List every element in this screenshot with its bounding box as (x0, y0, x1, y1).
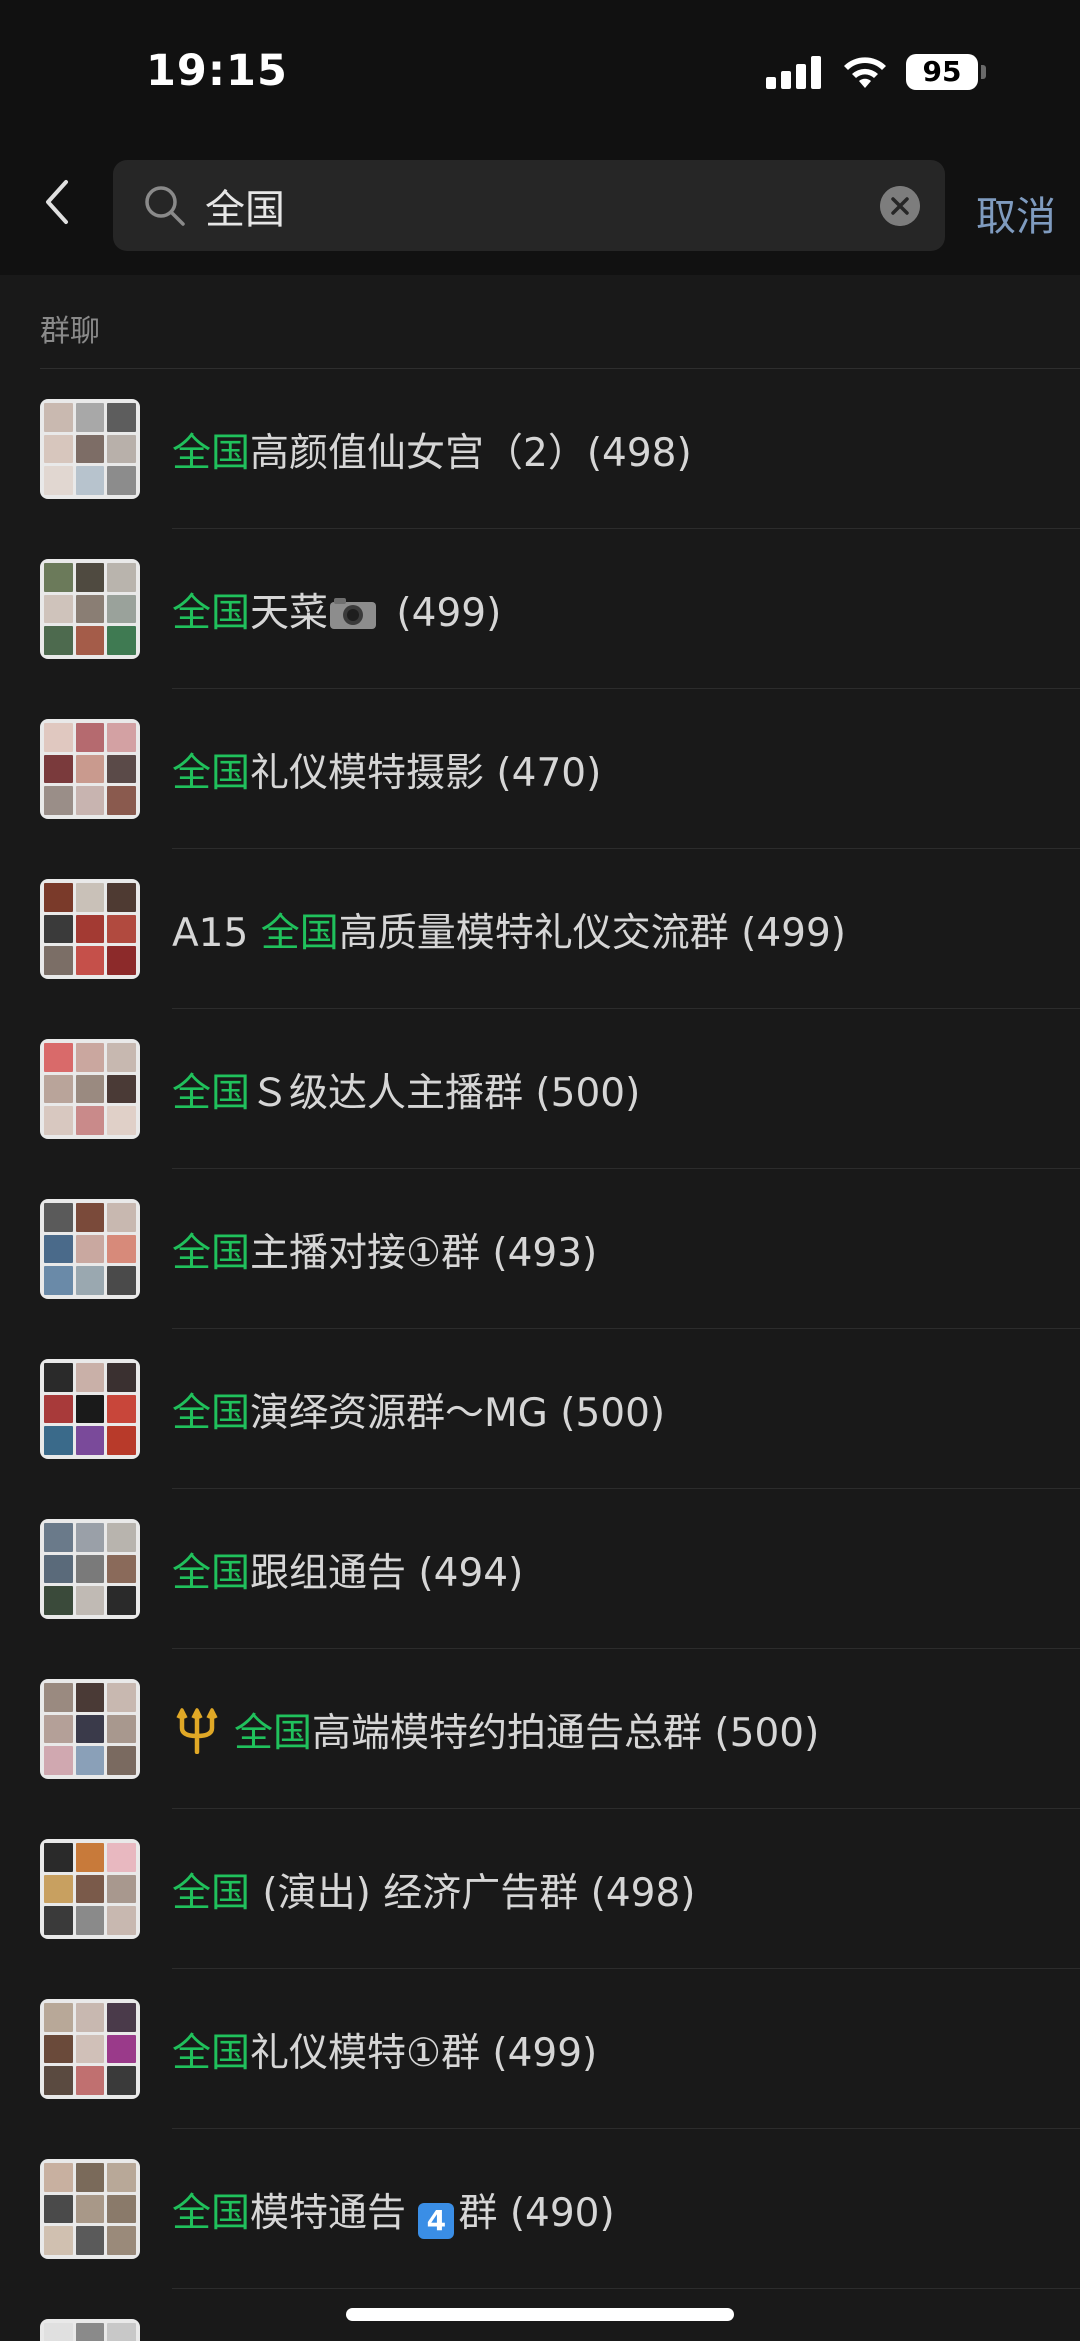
search-highlight: 全国 (172, 1071, 251, 1116)
list-item[interactable]: 全国模特通告 4群 (490) (0, 2129, 1080, 2289)
group-avatar (40, 879, 140, 979)
keycap-four-icon: 4 (418, 2203, 455, 2239)
group-title: 全国礼仪模特①群 (499) (172, 2031, 598, 2076)
group-title: 全国高颜值仙女宫（2）(498) (172, 431, 692, 476)
group-avatar (40, 2159, 140, 2259)
search-input[interactable] (205, 176, 845, 236)
list-item[interactable]: 全国天菜 (499) (0, 529, 1080, 689)
search-highlight: 全国 (234, 1711, 313, 1756)
group-avatar (40, 1039, 140, 1139)
group-avatar (40, 1359, 140, 1459)
group-title: 全国礼仪模特摄影 (470) (172, 751, 602, 796)
group-avatar (40, 1839, 140, 1939)
group-avatar (40, 2319, 140, 2341)
list-item[interactable]: 全国高端模特约拍通告总群 (500) (0, 1649, 1080, 1809)
group-avatar (40, 559, 140, 659)
back-arrow-icon[interactable] (36, 172, 80, 232)
group-title: 全国Ｓ级达人主播群 (500) (172, 1071, 641, 1116)
list-item[interactable]: 全国礼仪模特①群 (499) (0, 1969, 1080, 2129)
search-highlight: 全国 (172, 431, 251, 476)
group-avatar (40, 719, 140, 819)
list-item[interactable]: 全国演绎资源群～MG (500) (0, 1329, 1080, 1489)
status-bar: 19:15 95 (0, 0, 1080, 140)
battery-icon: 95 (906, 54, 978, 90)
group-avatar (40, 1519, 140, 1619)
search-highlight: 全国 (172, 751, 251, 796)
group-avatar (40, 399, 140, 499)
group-title: A15 全国高质量模特礼仪交流群 (499) (172, 911, 846, 956)
list-item[interactable]: 全国Ｓ级达人主播群 (500) (0, 1009, 1080, 1169)
group-title: 全国 (演出) 经济广告群 (498) (172, 1871, 696, 1916)
battery-tip (981, 65, 986, 79)
list-item[interactable]: 全国 (演出) 经济广告群 (498) (0, 1809, 1080, 1969)
search-highlight: 全国 (172, 1391, 251, 1436)
search-highlight: 全国 (172, 1231, 251, 1276)
search-highlight: 全国 (172, 2191, 251, 2236)
group-title: 全国天菜 (499) (172, 591, 502, 636)
list-item[interactable]: 全国主播对接①群 (493) (0, 1169, 1080, 1329)
group-title: 全国高端模特约拍通告总群 (500) (172, 1702, 819, 1758)
search-highlight: 全国 (172, 2031, 251, 2076)
cellular-signal-icon (766, 55, 822, 89)
trident-icon (176, 1708, 218, 1754)
list-item[interactable]: 全国跟组通告 (494) (0, 1489, 1080, 1649)
search-box[interactable] (113, 160, 945, 251)
group-avatar (40, 1999, 140, 2099)
search-highlight: 全国 (260, 911, 339, 956)
group-title: 全国主播对接①群 (493) (172, 1231, 598, 1276)
search-highlight: 全国 (172, 1551, 251, 1596)
group-title: 全国模特通告 4群 (490) (172, 2191, 615, 2239)
list-item[interactable]: 全国礼仪模特摄影 (470) (0, 689, 1080, 849)
group-title: 全国演绎资源群～MG (500) (172, 1391, 666, 1436)
status-time: 19:15 (146, 46, 288, 96)
list-item[interactable]: A15 全国高质量模特礼仪交流群 (499) (0, 849, 1080, 1009)
cancel-button[interactable]: 取消 (976, 184, 1056, 242)
search-highlight: 全国 (172, 1871, 251, 1916)
search-results-screen: 19:15 95 全国 取消 群聊 全国高颜值仙女宫（2）(498) 全国天菜 … (0, 0, 1080, 2341)
home-indicator[interactable] (346, 2308, 734, 2321)
group-avatar (40, 1199, 140, 1299)
search-header: 取消 (0, 140, 1080, 275)
search-results-list: 全国高颜值仙女宫（2）(498) 全国天菜 (499) 全国礼仪模特摄影 (47… (0, 369, 1080, 2341)
camera-icon (330, 598, 377, 629)
search-highlight: 全国 (172, 591, 251, 636)
group-avatar (40, 1679, 140, 1779)
group-title: 全国跟组通告 (494) (172, 1551, 524, 1596)
search-icon (145, 186, 185, 226)
clear-search-icon[interactable] (880, 186, 920, 226)
list-item[interactable]: 全国高颜值仙女宫（2）(498) (0, 369, 1080, 529)
wifi-icon (844, 57, 886, 88)
section-title-group-chats: 群聊 (40, 314, 100, 349)
